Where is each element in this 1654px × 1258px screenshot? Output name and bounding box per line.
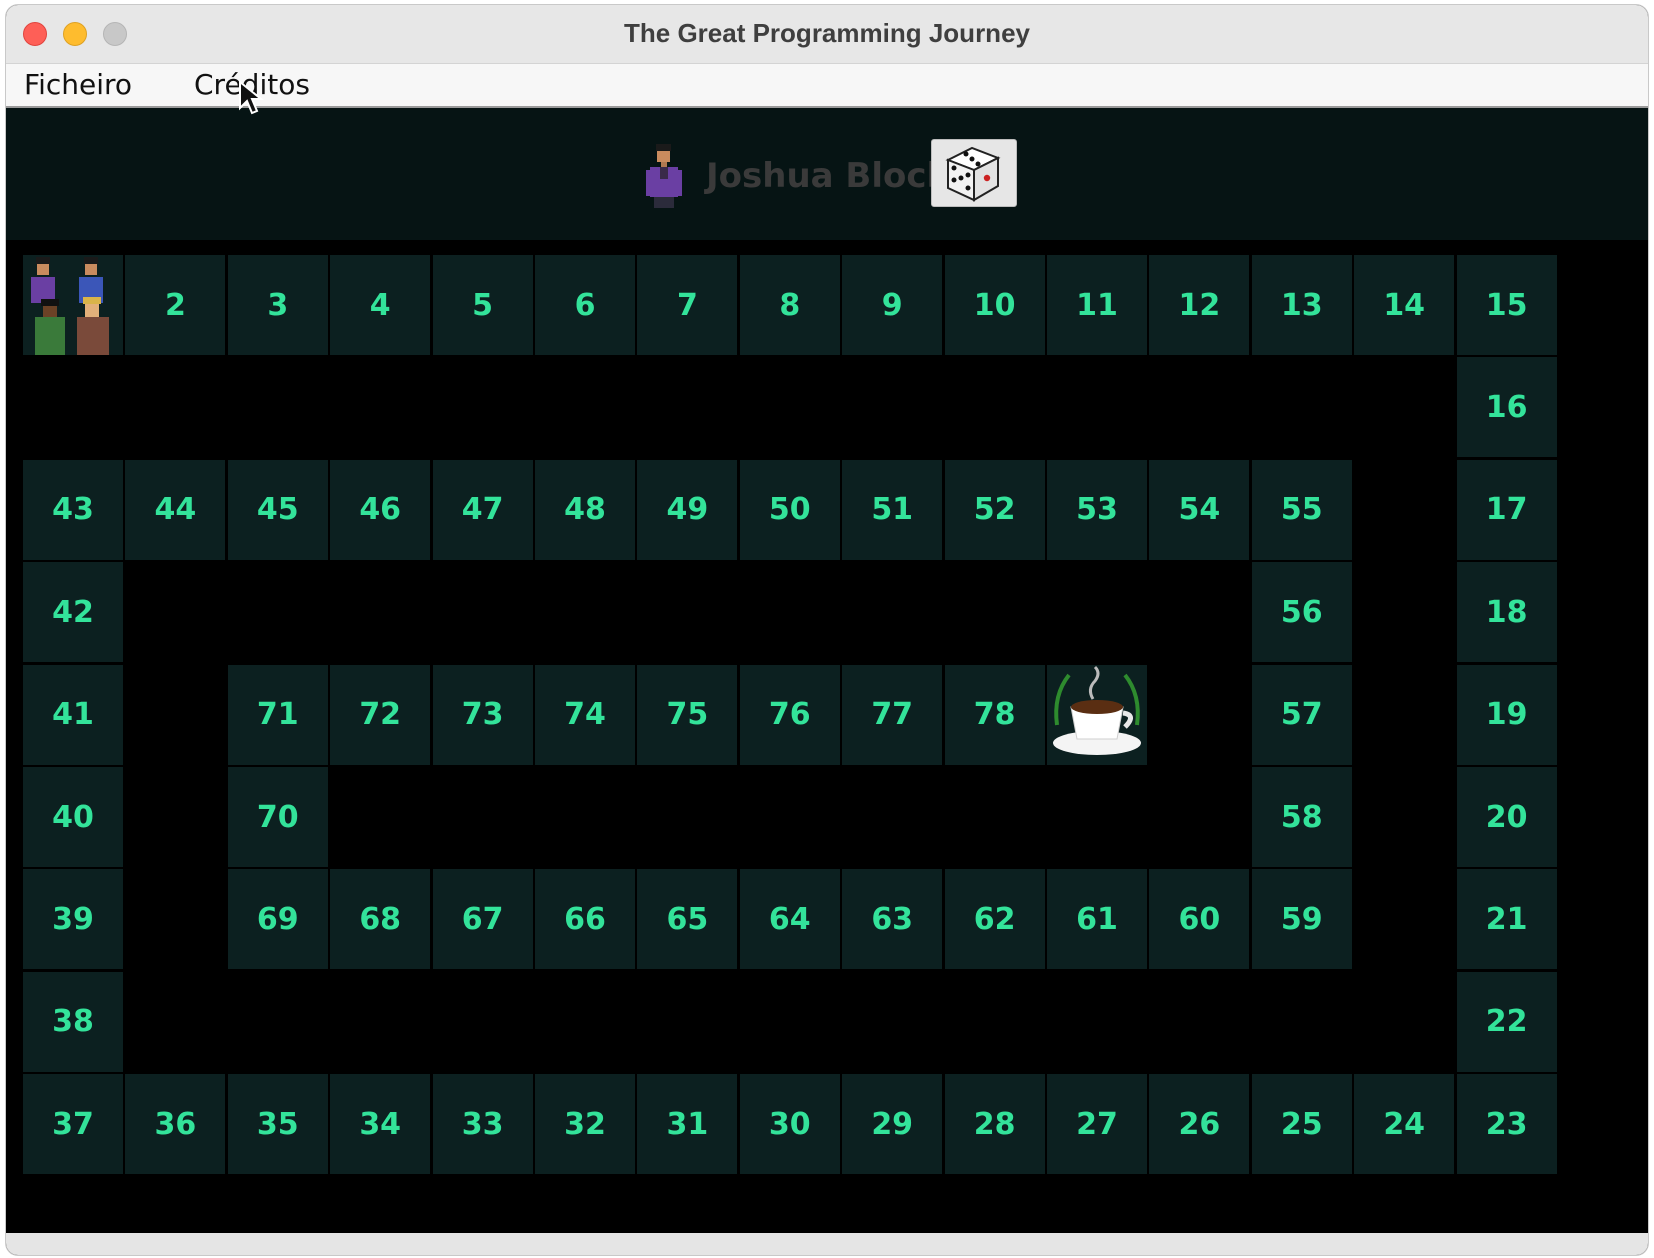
board-cell: 52 xyxy=(944,459,1045,560)
board-cell: 34 xyxy=(330,1074,431,1175)
board-cell: 15 xyxy=(1456,255,1557,355)
board-cell: 39 xyxy=(23,869,123,970)
board-cell: 57 xyxy=(1251,664,1352,765)
board-cell: 18 xyxy=(1456,562,1557,663)
board-cell: 33 xyxy=(432,1074,533,1175)
board-cell: 56 xyxy=(1251,562,1352,663)
board-cell: 47 xyxy=(432,459,533,560)
board-cell: 37 xyxy=(23,1074,123,1175)
board-cell: 43 xyxy=(23,459,123,560)
board-cell: 60 xyxy=(1149,869,1250,970)
board-cell: 72 xyxy=(330,664,431,765)
board-cell: 23 xyxy=(1456,1074,1557,1175)
board-cell: 25 xyxy=(1251,1074,1352,1175)
board-cell: 20 xyxy=(1456,767,1557,867)
board-cell: 4 xyxy=(330,255,431,355)
board-cell: 5 xyxy=(432,255,533,355)
current-player-name: Joshua Bloch xyxy=(706,156,951,196)
window-bottom-bar xyxy=(6,1233,1648,1255)
board-cell: 66 xyxy=(535,869,635,970)
board-cell: 58 xyxy=(1251,767,1352,867)
board-cell: 8 xyxy=(739,255,840,355)
board-cell: 17 xyxy=(1456,459,1557,560)
board-cell: 49 xyxy=(637,459,738,560)
board-cell: 30 xyxy=(739,1074,840,1175)
board-cell: 29 xyxy=(842,1074,943,1175)
board-cell: 21 xyxy=(1456,869,1557,970)
board-cell: 45 xyxy=(227,459,328,560)
board-cell: 78 xyxy=(944,664,1045,765)
board-cell: 38 xyxy=(23,971,123,1072)
board-cell: 14 xyxy=(1354,255,1455,355)
board-cell: 70 xyxy=(227,767,328,867)
board-cell: 41 xyxy=(23,664,123,765)
board-cell: 32 xyxy=(535,1074,635,1175)
roll-dice-button[interactable] xyxy=(931,139,1017,207)
app-window: The Great Programming Journey Ficheiro C… xyxy=(6,5,1648,1255)
board-cell: 31 xyxy=(637,1074,738,1175)
board-cell: 71 xyxy=(227,664,328,765)
board-cell: 65 xyxy=(637,869,738,970)
board-cell: 35 xyxy=(227,1074,328,1175)
board-cell: 51 xyxy=(842,459,943,560)
board-cell: 24 xyxy=(1354,1074,1455,1175)
board-cell: 68 xyxy=(330,869,431,970)
board-cell: 64 xyxy=(739,869,840,970)
board-cell: 6 xyxy=(535,255,635,355)
board-cell: 50 xyxy=(739,459,840,560)
board-cell: 2 xyxy=(125,255,226,355)
board-cell: 59 xyxy=(1251,869,1352,970)
board-cell: 44 xyxy=(125,459,226,560)
board-cell: 75 xyxy=(637,664,738,765)
board-cell: 27 xyxy=(1047,1074,1147,1175)
board-cell: 76 xyxy=(739,664,840,765)
game-board: 2 3 4 5 6 7 8 9 10 11 12 13 14 15 16 17 18 19 20 21 22 23 24 25… xyxy=(23,255,1643,1255)
coffee-cup-icon xyxy=(1053,665,1141,755)
dice-icon xyxy=(945,146,1001,202)
window-title: The Great Programming Journey xyxy=(624,18,1030,48)
board-cell: 9 xyxy=(842,255,943,355)
board-cell: 26 xyxy=(1149,1074,1250,1175)
board-cell: 73 xyxy=(432,664,533,765)
board-cell: 7 xyxy=(637,255,738,355)
board-cell: 54 xyxy=(1149,459,1250,560)
board-cell: 67 xyxy=(432,869,533,970)
board-cell: 16 xyxy=(1456,357,1557,458)
board-cell: 69 xyxy=(227,869,328,970)
mouse-pointer-icon xyxy=(239,80,264,115)
board-cell: 53 xyxy=(1047,459,1147,560)
player-avatar-icon xyxy=(646,144,682,208)
board-cell: 42 xyxy=(23,562,123,663)
menu-file[interactable]: Ficheiro xyxy=(24,68,132,101)
board-cell: 46 xyxy=(330,459,431,560)
board-cell: 11 xyxy=(1047,255,1147,355)
board-cell: 19 xyxy=(1456,664,1557,765)
board-cell: 36 xyxy=(125,1074,226,1175)
finish-cell xyxy=(1047,665,1147,765)
board-cell: 3 xyxy=(227,255,328,355)
board-cell: 77 xyxy=(842,664,943,765)
board-cell: 10 xyxy=(944,255,1045,355)
start-cell xyxy=(23,255,123,355)
board-cell: 40 xyxy=(23,767,123,867)
board-cell: 63 xyxy=(842,869,943,970)
board-cell: 55 xyxy=(1251,459,1352,560)
board-cell: 48 xyxy=(535,459,635,560)
title-bar: The Great Programming Journey xyxy=(6,5,1648,64)
players-group-icon xyxy=(31,257,109,355)
board-cell: 62 xyxy=(944,869,1045,970)
board-cell: 12 xyxy=(1149,255,1250,355)
board-cell: 61 xyxy=(1047,869,1147,970)
board-cell: 22 xyxy=(1456,971,1557,1072)
board-cell: 13 xyxy=(1251,255,1352,355)
board-cell: 28 xyxy=(944,1074,1045,1175)
current-player-panel: Joshua Bloch xyxy=(6,108,1648,240)
board-cell: 74 xyxy=(535,664,635,765)
